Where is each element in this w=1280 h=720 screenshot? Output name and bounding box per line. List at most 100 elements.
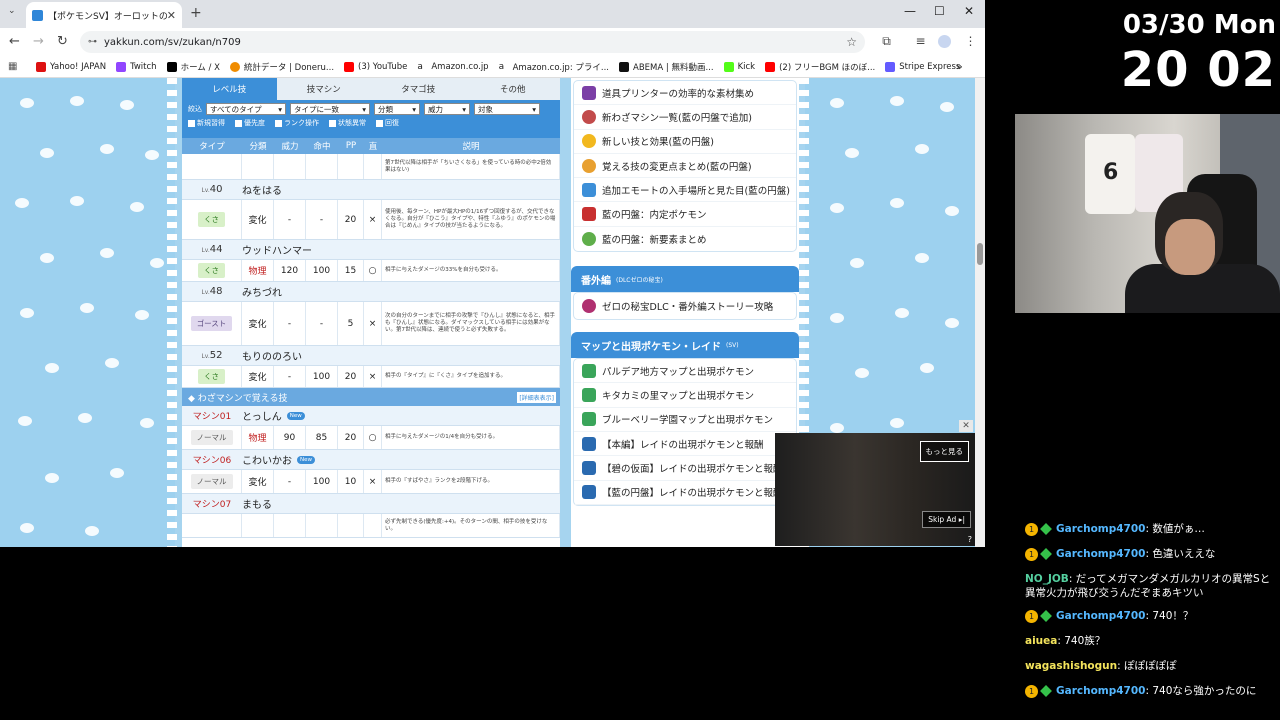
list-item[interactable]: パルデア地方マップと出現ポケモン: [574, 359, 796, 384]
tab-other-moves[interactable]: その他: [465, 78, 560, 100]
close-tab-icon[interactable]: ✕: [167, 9, 176, 22]
move-accuracy: -: [306, 200, 338, 239]
move-name-row[interactable]: マシン06 こわいかお New: [182, 450, 560, 470]
list-item[interactable]: ゼロの秘宝DLC・番外編ストーリー攻略: [574, 293, 796, 319]
checkbox-new[interactable]: 新規習得: [188, 118, 225, 128]
video-ad[interactable]: もっと見る Skip Ad ▸| ?: [775, 433, 975, 546]
checkbox-rank[interactable]: ランク操作: [275, 118, 319, 128]
ball-icon: [582, 231, 596, 246]
checkbox-priority[interactable]: 優先度: [235, 118, 265, 128]
list-item[interactable]: ブルーベリー学園マップと出現ポケモン: [574, 408, 796, 432]
close-window-icon[interactable]: ✕: [964, 4, 974, 18]
scrollbar-thumb[interactable]: [977, 243, 983, 265]
move-name-row[interactable]: Lv.44 ウッドハンマー: [182, 240, 560, 260]
ad-close-icon[interactable]: ✕: [959, 420, 973, 432]
power-select[interactable]: 威力 ▾: [424, 103, 470, 115]
list-item-label: 道具プリンターの効率的な素材集め: [602, 88, 755, 100]
reload-icon[interactable]: ↻: [57, 34, 68, 49]
list-item[interactable]: 【藍の円盤】レイドの出現ポケモンと報酬: [574, 481, 796, 505]
ad-info-icon[interactable]: ?: [968, 535, 972, 544]
scrollbar[interactable]: [975, 78, 985, 547]
maximize-icon[interactable]: ☐: [934, 4, 945, 18]
back-icon[interactable]: ←: [9, 34, 20, 49]
tab-list-icon[interactable]: ⌄: [8, 6, 16, 16]
lv-prefix: Lv.: [201, 289, 210, 296]
type-filter-select[interactable]: すべてのタイプ ▾: [206, 103, 286, 115]
chat-text: : 740！？: [1145, 610, 1194, 622]
menu-icon[interactable]: ⋮: [964, 35, 977, 48]
tab-tm-moves[interactable]: 技マシン: [276, 78, 371, 100]
list-item[interactable]: キタカミの里マップと出現ポケモン: [574, 383, 796, 408]
twitch-icon: [116, 61, 127, 72]
list-item[interactable]: 追加エモートの入手場所と見た目(藍の円盤): [574, 178, 796, 203]
move-tabs: レベル技 技マシン タマゴ技 その他: [182, 78, 560, 100]
url-input[interactable]: ⊶ yakkun.com/sv/zukan/n709 ☆: [80, 31, 865, 53]
forward-icon[interactable]: →: [33, 34, 44, 49]
move-name-row[interactable]: Lv.52 もりののろい: [182, 346, 560, 366]
list-item[interactable]: 新しい技と効果(藍の円盤): [574, 130, 796, 154]
apps-grid-icon[interactable]: ▦: [8, 61, 17, 72]
tm-number: 07: [219, 500, 232, 510]
media-icon[interactable]: ≡: [914, 35, 927, 48]
checkbox-status[interactable]: 状態異常: [329, 118, 366, 128]
list-item-label: 覚える技の変更点まとめ(藍の円盤): [602, 161, 752, 173]
chat-text: : 740なら強かったのに: [1145, 685, 1257, 697]
list-item[interactable]: 道具プリンターの効率的な素材集め: [574, 81, 796, 106]
bookmark-amazon-prime[interactable]: a Amazon.co.jp: プライ...: [498, 61, 609, 73]
bookmark-star-icon[interactable]: ☆: [846, 35, 857, 49]
tab-egg-moves[interactable]: タマゴ技: [371, 78, 466, 100]
move-name-row[interactable]: マシン07 まもる: [182, 494, 560, 514]
bookmark-label: 統計データ | Doneru...: [243, 62, 335, 73]
lv-prefix: Lv.: [201, 247, 210, 254]
bookmark-yahoo[interactable]: Yahoo! JAPAN: [36, 61, 106, 72]
map-icon: [582, 412, 596, 427]
burst-icon: [582, 134, 596, 149]
move-name-row[interactable]: Lv.48 みちづれ: [182, 282, 560, 302]
header-category: 分類: [249, 142, 267, 152]
checkbox-label: 回復: [385, 119, 399, 127]
category-select[interactable]: 分類 ▾: [374, 103, 420, 115]
move-level: 52: [209, 350, 223, 361]
detail-toggle-link[interactable]: [詳細表表示]: [517, 391, 556, 403]
bookmark-amazon[interactable]: a Amazon.co.jp: [417, 61, 489, 72]
checkbox-heal[interactable]: 回復: [376, 118, 399, 128]
ad-more-button[interactable]: もっと見る: [919, 441, 969, 462]
bookmark-bgm[interactable]: (2) フリーBGM ほのぼ...: [765, 61, 875, 73]
move-name-row[interactable]: Lv.40 ねをはる: [182, 180, 560, 200]
bookmark-stripe[interactable]: Stripe Express: [885, 61, 960, 72]
bookmark-x[interactable]: ホーム / X: [166, 61, 220, 73]
move-power: -: [274, 470, 306, 493]
more-bookmarks-icon[interactable]: »: [956, 60, 963, 73]
target-select[interactable]: 対象 ▾: [474, 103, 540, 115]
move-name: もりののろい: [242, 352, 302, 363]
new-tab-icon[interactable]: +: [190, 5, 202, 21]
bookmark-youtube[interactable]: (3) YouTube: [344, 61, 407, 72]
list-item[interactable]: 藍の円盤：内定ポケモン: [574, 202, 796, 227]
list-item[interactable]: 藍の円盤：新要素まとめ: [574, 227, 796, 251]
list-item[interactable]: 【碧の仮面】レイドの出現ポケモンと報酬: [574, 456, 796, 481]
move-name-row[interactable]: マシン01 とっしん New: [182, 406, 560, 426]
bookmark-twitch[interactable]: Twitch: [116, 61, 157, 72]
tab-level-moves[interactable]: レベル技: [182, 78, 277, 100]
header-pp: PP: [345, 141, 357, 151]
extra-list: ゼロの秘宝DLC・番外編ストーリー攻略: [573, 292, 797, 321]
extensions-icon[interactable]: ⧉: [880, 35, 893, 48]
profile-avatar[interactable]: [938, 35, 951, 48]
minimize-icon[interactable]: —: [904, 4, 916, 18]
bookmark-abema[interactable]: ABEMA | 無料動画...: [619, 61, 714, 73]
chat-message: aiuea: 740族？: [1025, 634, 1280, 648]
bookmark-doneru[interactable]: 統計データ | Doneru...: [229, 61, 335, 73]
browser-tab[interactable]: 【ポケモンSV】オーロットの覚える技・ ✕: [26, 2, 182, 28]
move-category: 変化: [242, 470, 274, 493]
chat-text: : 740族？: [1057, 635, 1106, 647]
type-match-select[interactable]: タイプに一致 ▾: [290, 103, 370, 115]
bookmark-kick[interactable]: Kick: [723, 61, 755, 72]
skip-ad-button[interactable]: Skip Ad ▸|: [922, 511, 971, 528]
move-description: 次の自分のターンまでに相手の攻撃で『ひんし』状態になると、相手も『ひんし』状態に…: [382, 302, 560, 345]
emote-icon: [582, 182, 596, 197]
list-item[interactable]: 【本編】レイドの出現ポケモンと報酬: [574, 432, 796, 457]
site-info-icon[interactable]: ⊶: [88, 37, 97, 47]
move-name: こわいかお: [242, 456, 292, 467]
list-item[interactable]: 覚える技の変更点まとめ(藍の円盤): [574, 154, 796, 179]
list-item[interactable]: 新わざマシン一覧(藍の円盤で追加): [574, 105, 796, 130]
